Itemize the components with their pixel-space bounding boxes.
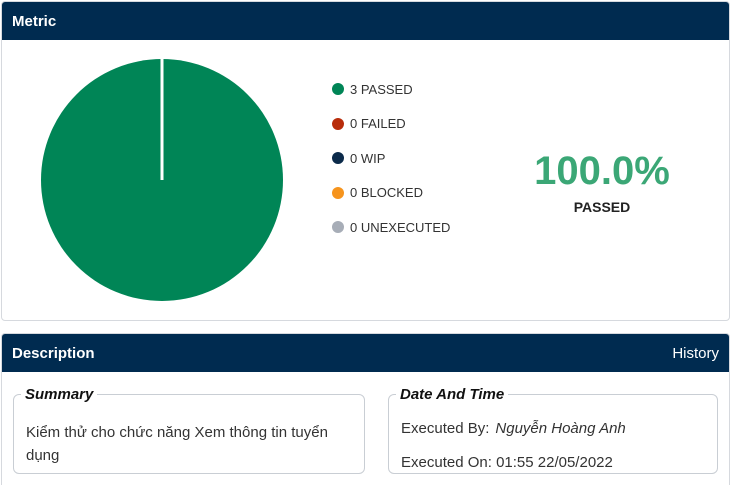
history-link[interactable]: History xyxy=(672,345,719,362)
passed-dot-icon xyxy=(332,83,344,95)
legend-label-unexecuted: 0 UNEXECUTED xyxy=(350,219,451,235)
description-card: Description History Summary Kiểm thử cho… xyxy=(1,333,730,485)
legend-item-unexecuted[interactable]: 0 UNEXECUTED xyxy=(332,218,450,236)
summary-legend: Summary xyxy=(25,386,94,403)
summary-text: Kiểm thử cho chức năng Xem thông tin tuy… xyxy=(26,424,328,464)
executed-by-row: Executed By: Nguyễn Hoàng Anh xyxy=(401,417,626,440)
unexecuted-dot-icon xyxy=(332,221,344,233)
legend-item-blocked[interactable]: 0 BLOCKED xyxy=(332,184,450,202)
date-time-box: Date And Time Executed By: Nguyễn Hoàng A… xyxy=(388,386,718,474)
legend-label-failed: 0 FAILED xyxy=(350,116,406,131)
description-title: Description xyxy=(12,344,95,362)
executed-on-value: 01:55 22/05/2022 xyxy=(496,454,613,471)
legend-label-blocked: 0 BLOCKED xyxy=(350,185,423,200)
executed-on-label: Executed On: xyxy=(401,454,492,471)
executed-by-value: Nguyễn Hoàng Anh xyxy=(495,420,626,437)
executed-on-row: Executed On: 01:55 22/05/2022 xyxy=(401,451,613,474)
pass-rate: 100.0% PASSED xyxy=(522,147,682,215)
failed-dot-icon xyxy=(332,117,344,130)
pass-percentage-label: PASSED xyxy=(573,199,631,215)
legend-item-passed[interactable]: 3 PASSED xyxy=(332,80,450,98)
pass-percentage: 100.0% xyxy=(534,149,670,193)
pie-legend: 3 PASSED 0 FAILED 0 WIP 0 BLOCKED 0 UNEX… xyxy=(332,80,450,253)
legend-label-passed: 3 PASSED xyxy=(350,81,413,97)
pie-chart xyxy=(41,59,283,301)
date-time-legend: Date And Time xyxy=(400,386,505,403)
metric-title: Metric xyxy=(12,12,57,30)
legend-item-failed[interactable]: 0 FAILED xyxy=(332,115,450,133)
executed-by-label: Executed By: xyxy=(401,420,490,437)
legend-item-wip[interactable]: 0 WIP xyxy=(332,149,450,167)
summary-box: Summary Kiểm thử cho chức năng Xem thông… xyxy=(13,386,365,474)
wip-dot-icon xyxy=(332,152,344,164)
description-header: Description History xyxy=(2,334,729,372)
metric-header: Metric xyxy=(2,2,729,40)
metric-card: Metric 3 PASSED 0 FAILED 0 WIP 0 BLOCKED… xyxy=(1,1,730,321)
legend-label-wip: 0 WIP xyxy=(350,150,386,166)
blocked-dot-icon xyxy=(332,186,344,199)
